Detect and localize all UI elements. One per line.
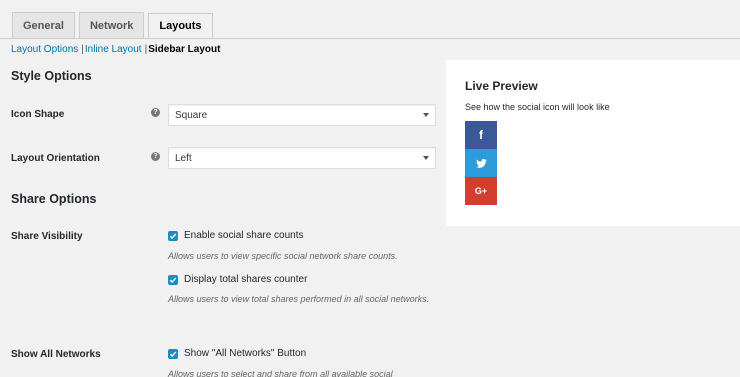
enable-share-counts-option: Enable social share counts bbox=[168, 230, 304, 241]
total-shares-label: Display total shares counter bbox=[184, 274, 308, 285]
tab-general[interactable]: General bbox=[12, 12, 75, 38]
show-all-networks-label: Show All Networks bbox=[11, 349, 101, 360]
help-icon[interactable]: ? bbox=[151, 108, 160, 117]
help-icon[interactable]: ? bbox=[151, 152, 160, 161]
all-networks-button-label: Show "All Networks" Button bbox=[184, 348, 307, 359]
tab-network[interactable]: Network bbox=[78, 12, 145, 38]
layout-subnav: Layout Options | Inline Layout | Sidebar… bbox=[11, 44, 220, 55]
total-shares-checkbox[interactable] bbox=[168, 274, 178, 285]
twitter-bird-glyph bbox=[475, 158, 487, 168]
share-options-heading: Share Options bbox=[11, 192, 97, 206]
twitter-icon[interactable] bbox=[465, 149, 497, 177]
icon-shape-select[interactable]: Square bbox=[168, 104, 436, 126]
icon-shape-value: Square bbox=[175, 109, 208, 121]
subnav-sidebar-layout: Sidebar Layout bbox=[148, 44, 221, 55]
enable-share-counts-label: Enable social share counts bbox=[184, 230, 304, 241]
all-networks-description: Allows users to select and share from al… bbox=[168, 369, 393, 377]
icon-shape-label: Icon Shape bbox=[11, 109, 65, 120]
live-preview-panel: Live Preview See how the social icon wil… bbox=[446, 60, 740, 226]
google-plus-glyph: G+ bbox=[474, 186, 488, 196]
subnav-layout-options[interactable]: Layout Options bbox=[11, 44, 78, 55]
total-shares-option: Display total shares counter bbox=[168, 274, 307, 285]
checkmark-icon bbox=[169, 233, 177, 239]
tabs-divider bbox=[0, 38, 740, 39]
live-preview-title: Live Preview bbox=[465, 79, 538, 93]
settings-tabs: General Network Layouts bbox=[12, 12, 213, 39]
facebook-glyph: f bbox=[479, 128, 483, 142]
all-networks-button-checkbox[interactable] bbox=[168, 348, 178, 359]
checkmark-icon bbox=[169, 277, 177, 283]
google-plus-icon[interactable]: G+ bbox=[465, 177, 497, 205]
chevron-down-icon bbox=[423, 113, 429, 117]
live-preview-description: See how the social icon will look like bbox=[465, 102, 610, 112]
subnav-separator: | bbox=[81, 44, 84, 55]
checkmark-icon bbox=[169, 351, 177, 357]
chevron-down-icon bbox=[423, 156, 429, 160]
subnav-separator: | bbox=[144, 44, 148, 55]
style-options-heading: Style Options bbox=[11, 69, 92, 83]
enable-share-counts-description: Allows users to view specific social net… bbox=[168, 251, 398, 261]
tab-layouts[interactable]: Layouts bbox=[148, 13, 213, 39]
layout-orientation-value: Left bbox=[175, 152, 192, 164]
share-visibility-label: Share Visibility bbox=[11, 231, 83, 242]
layout-orientation-label: Layout Orientation bbox=[11, 153, 100, 164]
layout-orientation-select[interactable]: Left bbox=[168, 147, 436, 169]
all-networks-button-option: Show "All Networks" Button bbox=[168, 348, 306, 359]
total-shares-description: Allows users to view total shares perfor… bbox=[168, 294, 430, 304]
subnav-inline-layout[interactable]: Inline Layout bbox=[85, 44, 142, 55]
facebook-icon[interactable]: f bbox=[465, 121, 497, 149]
enable-share-counts-checkbox[interactable] bbox=[168, 230, 178, 241]
